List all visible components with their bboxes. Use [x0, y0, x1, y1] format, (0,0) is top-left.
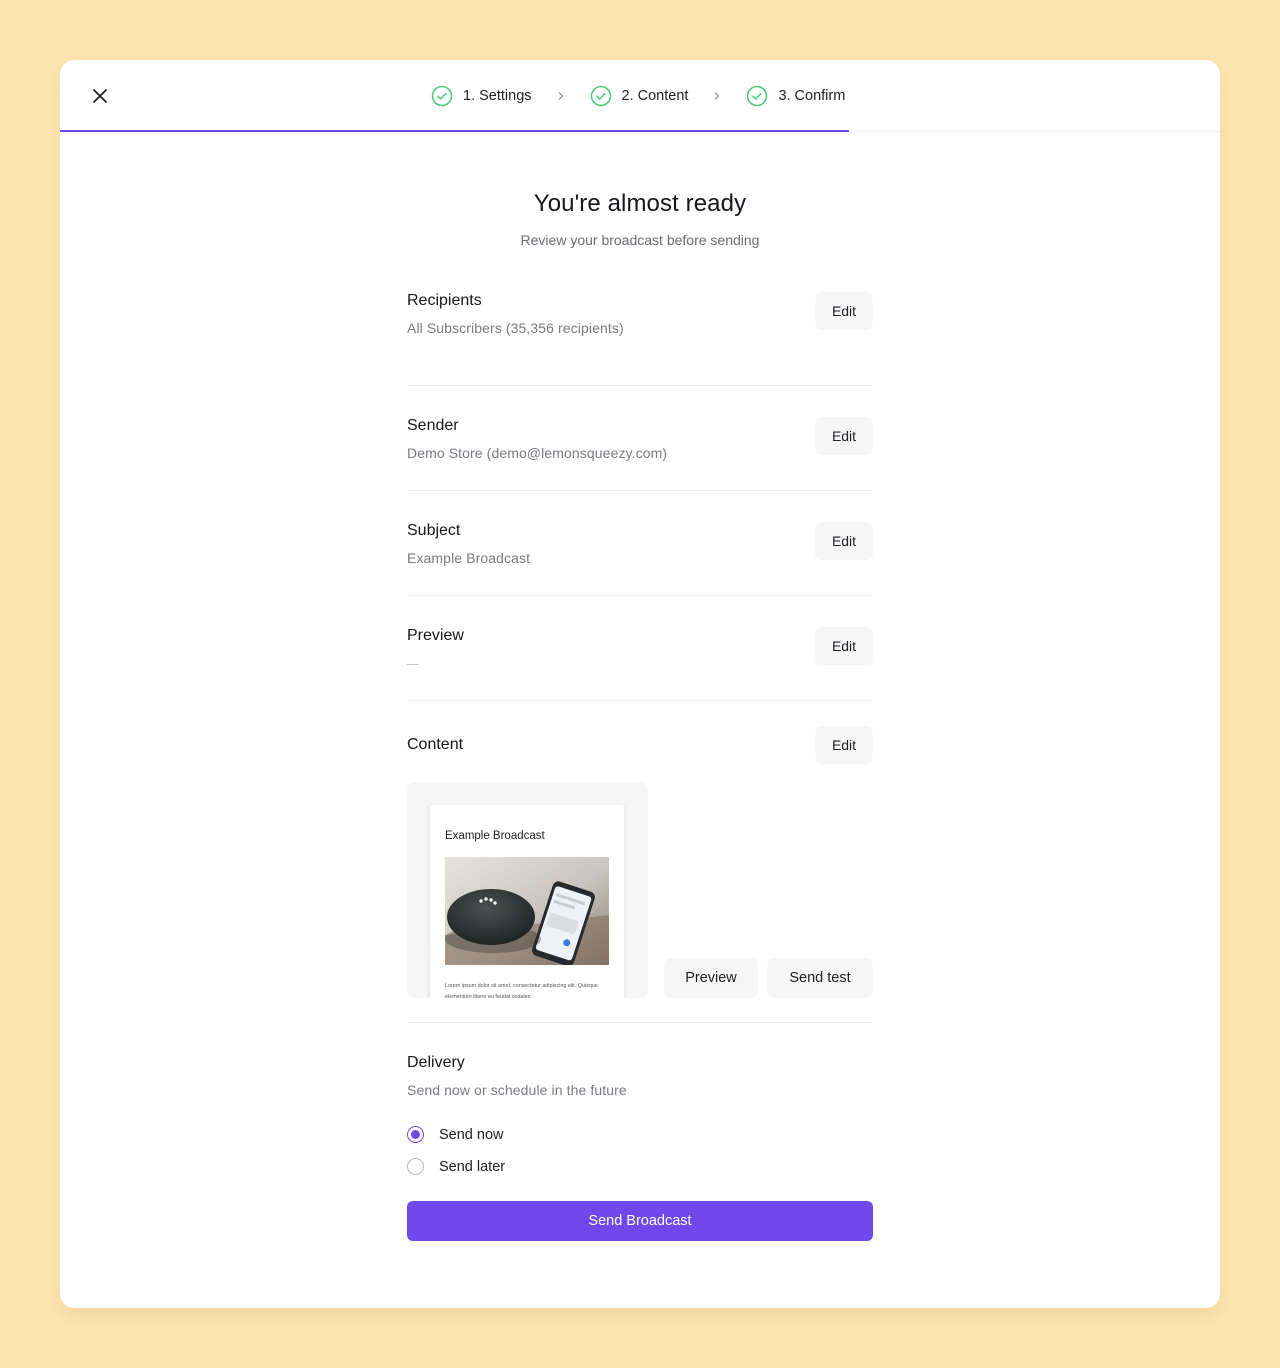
- edit-recipients-button[interactable]: Edit: [815, 292, 873, 330]
- email-hero-image: [445, 857, 609, 965]
- step-label: 2. Content: [621, 88, 689, 104]
- step-label: 3. Confirm: [778, 88, 846, 104]
- radio-button-checked[interactable]: [407, 1126, 424, 1143]
- step-confirm[interactable]: 3. Confirm: [746, 85, 845, 107]
- preview-section: Preview Edit: [407, 596, 873, 701]
- empty-dash: [407, 664, 419, 665]
- sender-section: Sender Demo Store (demo@lemonsqueezy.com…: [407, 386, 873, 491]
- step-settings[interactable]: 1. Settings: [431, 85, 532, 107]
- stepper: 1. Settings 2. Content 3. Confirm: [431, 83, 845, 109]
- chevron-right-icon: [715, 92, 720, 100]
- content-section: Content Edit Example Broadcast Lorem ips…: [407, 701, 873, 1023]
- section-value: Example Broadcast: [407, 550, 531, 566]
- edit-sender-button[interactable]: Edit: [815, 417, 873, 455]
- send-now-option[interactable]: Send now: [407, 1126, 504, 1143]
- send-broadcast-button[interactable]: Send Broadcast: [407, 1201, 873, 1241]
- delivery-section: Delivery Send now or schedule in the fut…: [407, 1023, 873, 1308]
- check-circle-icon: [747, 85, 768, 107]
- section-title: Preview: [407, 627, 464, 644]
- step-content[interactable]: 2. Content: [590, 85, 689, 107]
- close-icon: [93, 89, 107, 103]
- section-title: Delivery: [407, 1054, 465, 1071]
- email-title: Example Broadcast: [445, 830, 545, 842]
- empty-value: [407, 655, 419, 665]
- preview-button[interactable]: Preview: [664, 958, 758, 998]
- page-subtitle: Review your broadcast before sending: [520, 232, 760, 248]
- section-title: Subject: [407, 522, 461, 539]
- send-later-option[interactable]: Send later: [407, 1158, 505, 1175]
- close-button[interactable]: [88, 84, 112, 108]
- subject-section: Subject Example Broadcast Edit: [407, 491, 873, 596]
- email-card: Example Broadcast Lorem ipsum dolor sit …: [430, 805, 624, 998]
- check-circle-icon: [590, 85, 611, 107]
- edit-content-button[interactable]: Edit: [815, 726, 873, 764]
- review-content: You're almost ready Review your broadcas…: [407, 132, 873, 1308]
- page-title: You're almost ready: [533, 190, 747, 217]
- section-value: Demo Store (demo@lemonsqueezy.com): [407, 445, 668, 461]
- radio-label: Send now: [439, 1126, 504, 1143]
- broadcast-modal: 1. Settings 2. Content 3. Confirm You're…: [60, 60, 1220, 1308]
- edit-subject-button[interactable]: Edit: [815, 522, 873, 560]
- section-title: Sender: [407, 417, 459, 434]
- check-circle-icon: [431, 85, 453, 107]
- email-thumbnail[interactable]: Example Broadcast Lorem ipsum dolor sit …: [407, 782, 648, 998]
- section-title: Recipients: [407, 292, 482, 309]
- radio-label: Send later: [439, 1158, 506, 1175]
- send-test-button[interactable]: Send test: [767, 958, 873, 998]
- modal-header: 1. Settings 2. Content 3. Confirm: [60, 60, 1220, 132]
- chevron-right-icon: [558, 92, 563, 100]
- section-subtitle: Send now or schedule in the future: [407, 1082, 627, 1098]
- email-body-text: Lorem ipsum dolor sit amet, consectetur …: [445, 983, 598, 998]
- edit-preview-button[interactable]: Edit: [815, 627, 873, 665]
- recipients-section: Recipients All Subscribers (35,356 recip…: [407, 292, 873, 386]
- section-value: All Subscribers (35,356 recipients): [407, 320, 624, 336]
- radio-button[interactable]: [407, 1158, 424, 1175]
- section-title: Content: [407, 736, 464, 753]
- step-label: 1. Settings: [463, 88, 532, 104]
